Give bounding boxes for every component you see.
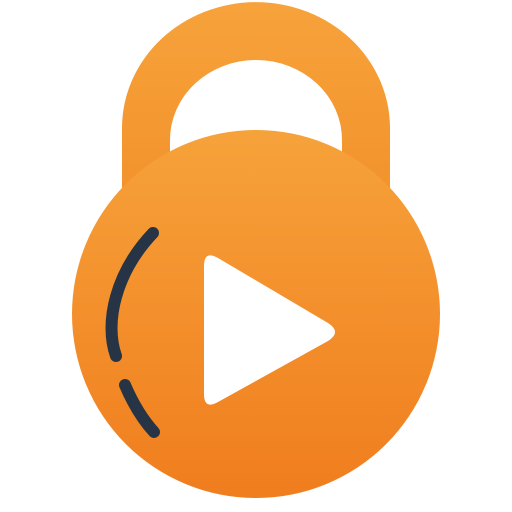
app-icon-canvas <box>0 0 512 512</box>
lock-play-icon <box>72 2 440 498</box>
